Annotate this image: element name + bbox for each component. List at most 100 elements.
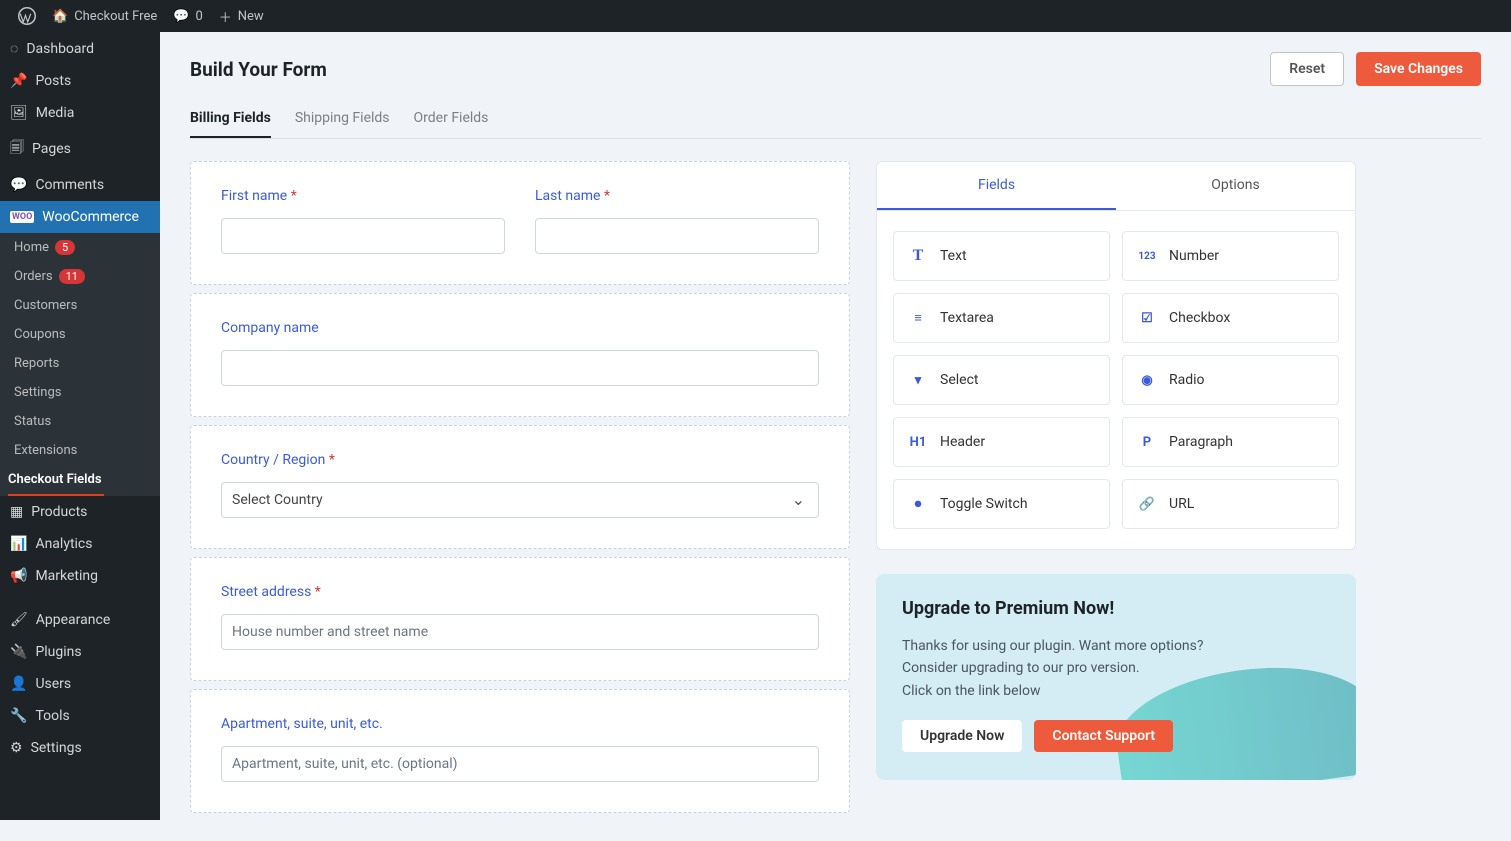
reset-button[interactable]: Reset [1270, 52, 1344, 86]
new-link[interactable]: ＋New [211, 7, 272, 26]
field-type-label: Radio [1169, 372, 1205, 388]
select-country[interactable] [221, 482, 819, 518]
submenu-label: Coupons [14, 327, 66, 342]
field-type-text[interactable]: TText [893, 231, 1110, 281]
menu-posts[interactable]: 📌Posts [0, 65, 160, 97]
tab-billing[interactable]: Billing Fields [190, 104, 271, 138]
field-type-grid: TText 123 Number ≡Textarea ☑Checkbox ▾Sel… [877, 211, 1355, 549]
contact-support-button[interactable]: Contact Support [1034, 720, 1173, 752]
field-type-textarea[interactable]: ≡Textarea [893, 293, 1110, 343]
menu-users[interactable]: 👤Users [0, 668, 160, 700]
menu-woocommerce[interactable]: WOOWooCommerce [0, 201, 160, 233]
upgrade-button[interactable]: Upgrade Now [902, 720, 1022, 752]
menu-marketing[interactable]: 📢Marketing [0, 560, 160, 592]
admin-bar: 🏠Checkout Free 💬0 ＋New [0, 0, 1511, 32]
pin-icon: 📌 [10, 73, 27, 89]
submenu-extensions[interactable]: Extensions [0, 436, 160, 465]
menu-settings[interactable]: ⚙Settings [0, 732, 160, 764]
field-type-url[interactable]: 🔗URL [1122, 479, 1339, 529]
comments-link[interactable]: 💬0 [165, 9, 211, 24]
home-icon: 🏠 [52, 9, 68, 24]
field-type-number[interactable]: 123 Number [1122, 231, 1339, 281]
input-first-name[interactable] [221, 218, 505, 254]
tab-order[interactable]: Order Fields [414, 104, 489, 138]
field-type-toggle[interactable]: ⏺ Toggle Switch [893, 479, 1110, 529]
number-icon: 123 [1137, 246, 1157, 266]
submenu-status[interactable]: Status [0, 407, 160, 436]
submenu-customers[interactable]: Customers [0, 291, 160, 320]
form-builder-left: First name * Last name * Company name Co… [190, 161, 850, 821]
panel-tab-options[interactable]: Options [1116, 162, 1355, 210]
label-country: Country / Region * [221, 452, 819, 468]
users-icon: 👤 [10, 676, 27, 692]
label-street: Street address * [221, 584, 819, 600]
panel-tab-fields[interactable]: Fields [877, 162, 1116, 210]
label-last-name: Last name * [535, 188, 819, 204]
menu-plugins[interactable]: 🔌Plugins [0, 636, 160, 668]
field-type-paragraph[interactable]: P Paragraph [1122, 417, 1339, 467]
submenu-label: Home [14, 240, 49, 255]
analytics-icon: 📊 [10, 536, 27, 552]
menu-analytics[interactable]: 📊 Analytics [0, 528, 160, 560]
input-company[interactable] [221, 350, 819, 386]
menu-label: Pages [32, 141, 71, 157]
submenu-orders[interactable]: Orders11 [0, 262, 160, 291]
pages-icon: 🗐 [10, 137, 24, 161]
submenu-settings[interactable]: Settings [0, 378, 160, 407]
submenu-label: Customers [14, 298, 77, 313]
field-type-header[interactable]: H1Header [893, 417, 1110, 467]
field-type-select[interactable]: ▾Select [893, 355, 1110, 405]
menu-media[interactable]: 🖼Media [0, 97, 160, 129]
menu-label: Dashboard [26, 41, 94, 57]
wp-logo[interactable] [10, 7, 44, 25]
menu-label: Analytics [35, 536, 92, 552]
menu-comments[interactable]: 💬Comments [0, 169, 160, 201]
menu-label: Appearance [36, 612, 110, 628]
toggle-icon: ⏺ [908, 494, 928, 514]
form-block-company[interactable]: Company name [190, 293, 850, 417]
main-content: Build Your Form Reset Save Changes Billi… [160, 32, 1511, 841]
form-block-apt[interactable]: Apartment, suite, unit, etc. [190, 689, 850, 813]
page-header: Build Your Form Reset Save Changes [190, 52, 1481, 86]
field-palette-panel: Fields Options TText 123 Number ≡Textarea… [876, 161, 1356, 550]
field-type-label: Select [940, 372, 978, 388]
form-block-name[interactable]: First name * Last name * [190, 161, 850, 285]
menu-label: Media [36, 105, 75, 121]
field-type-label: Toggle Switch [940, 496, 1028, 512]
comments-icon: 💬 [10, 177, 27, 193]
submenu-label: Extensions [14, 443, 77, 458]
menu-products[interactable]: ▦Products [0, 496, 160, 528]
site-home[interactable]: 🏠Checkout Free [44, 9, 165, 24]
submenu-checkout-fields[interactable]: Checkout Fields [8, 465, 104, 496]
input-last-name[interactable] [535, 218, 819, 254]
form-builder-right: Fields Options TText 123 Number ≡Textarea… [876, 161, 1356, 780]
menu-label: WooCommerce [42, 209, 139, 225]
menu-pages[interactable]: 🗐 Pages [0, 129, 160, 169]
save-button[interactable]: Save Changes [1356, 52, 1481, 86]
menu-dashboard[interactable]: ◌Dashboard [0, 32, 160, 65]
new-label: New [238, 9, 264, 24]
tab-shipping[interactable]: Shipping Fields [295, 104, 390, 138]
menu-appearance[interactable]: 🖌Appearance [0, 604, 160, 636]
form-block-country[interactable]: Country / Region * [190, 425, 850, 549]
marketing-icon: 📢 [10, 568, 27, 584]
submenu-label: Orders [14, 269, 53, 284]
menu-tools[interactable]: 🔧Tools [0, 700, 160, 732]
panel-tabs: Fields Options [877, 162, 1355, 211]
submenu-home[interactable]: Home5 [0, 233, 160, 262]
field-type-label: Number [1169, 248, 1219, 264]
text-icon: T [908, 246, 928, 266]
field-type-label: Paragraph [1169, 434, 1233, 450]
submenu-coupons[interactable]: Coupons [0, 320, 160, 349]
settings-icon: ⚙ [10, 740, 23, 756]
input-apt[interactable] [221, 746, 819, 782]
input-street[interactable] [221, 614, 819, 650]
submenu-label: Reports [14, 356, 59, 371]
menu-label: Tools [35, 708, 69, 724]
field-type-radio[interactable]: ◉Radio [1122, 355, 1339, 405]
upgrade-title: Upgrade to Premium Now! [902, 598, 1330, 619]
field-type-checkbox[interactable]: ☑Checkbox [1122, 293, 1339, 343]
form-block-street[interactable]: Street address * [190, 557, 850, 681]
submenu-reports[interactable]: Reports [0, 349, 160, 378]
paragraph-icon: P [1137, 432, 1157, 452]
